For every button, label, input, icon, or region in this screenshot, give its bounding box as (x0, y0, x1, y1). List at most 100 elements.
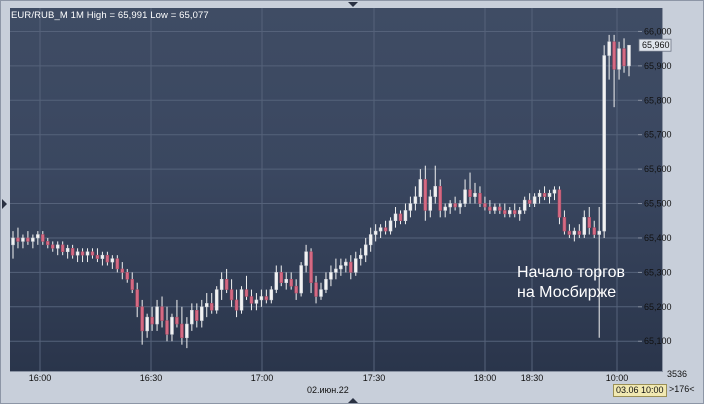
candle-down (294, 285, 298, 294)
candle-up (274, 272, 279, 290)
candle-down (160, 306, 164, 321)
scroll-marker-left-icon[interactable] (2, 199, 7, 209)
candle-down (120, 268, 125, 273)
candle-up (532, 196, 537, 204)
x-tick-label: 17:00 (251, 373, 274, 383)
candle-down (135, 289, 139, 308)
candle-down (229, 289, 234, 301)
x-tick-label: 16:30 (140, 373, 163, 383)
candle-up (448, 203, 452, 208)
candle-up (537, 192, 542, 197)
candle-up (36, 234, 40, 239)
candle-down (557, 189, 562, 218)
candle-up (55, 244, 60, 249)
y-tick-label: 65,100 (644, 336, 672, 346)
x-tick-label: 17:30 (363, 373, 386, 383)
candle-down (125, 272, 129, 280)
candle-down (234, 299, 239, 311)
last-price-label: 65,960 (642, 40, 670, 50)
x-tick-label: 16:00 (29, 373, 52, 383)
candle-up (11, 237, 15, 246)
annotation-line-2: на Мосбирже (517, 284, 617, 301)
candle-up (359, 254, 363, 259)
candle-up (185, 323, 189, 339)
candle-up (508, 210, 512, 215)
candle-up (393, 213, 398, 222)
candle-up (627, 44, 631, 67)
annotation-line-1: Начало торгов (517, 264, 626, 281)
y-tick-label: 65,700 (644, 130, 672, 140)
candle-down (46, 241, 50, 246)
candle-down (438, 186, 442, 211)
candle-up (572, 230, 577, 235)
candle-up (408, 203, 413, 211)
candle-down (423, 179, 428, 211)
candle-down (612, 41, 616, 70)
candle-up (21, 237, 25, 242)
candle-up (363, 244, 368, 256)
x-tick-label: 18:00 (474, 373, 497, 383)
candle-up (284, 279, 288, 283)
candle-up (170, 316, 174, 335)
candle-up (602, 55, 606, 232)
candle-up (100, 254, 105, 259)
x-axis-date-label: 02.июн.22 (307, 385, 349, 395)
zoom-hint[interactable]: >176< (669, 384, 695, 394)
plot-area[interactable]: 66,000 65,900 65,800 65,700 65,600 65,500 65,4… (10, 8, 672, 383)
candle-up (344, 261, 348, 266)
candle-up (552, 189, 557, 194)
candle-up (339, 265, 343, 270)
scroll-marker-bottom-icon[interactable] (348, 398, 358, 403)
candle-up (304, 251, 308, 266)
candle-up (428, 196, 433, 211)
scroll-marker-top-icon[interactable] (348, 2, 358, 7)
candle-up (473, 192, 477, 197)
y-tick-label: 65,600 (644, 164, 672, 174)
y-tick-label: 65,200 (644, 302, 672, 312)
candle-down (80, 251, 85, 256)
candle-down (209, 303, 214, 311)
candle-up (413, 196, 418, 204)
candle-down (309, 251, 313, 283)
y-tick-label: 65,500 (644, 199, 672, 209)
candle-down (90, 251, 95, 256)
candle-up (547, 192, 552, 197)
candle-up (433, 186, 437, 197)
candle-up (259, 296, 264, 301)
y-tick-label: 65,400 (644, 233, 672, 243)
candle-up (354, 258, 358, 273)
candle-up (517, 210, 522, 215)
candle-up (522, 199, 527, 211)
annotation: Начало торгов на Мосбирже (517, 263, 625, 303)
candle-up (75, 251, 80, 256)
candle-up (582, 217, 587, 235)
candle-up (373, 230, 378, 235)
candle-down (175, 316, 179, 325)
candle-up (324, 279, 328, 290)
high-label: High = 65,991 (86, 10, 148, 21)
candle-up (85, 251, 90, 256)
candlestick-chart[interactable]: 66,000 65,900 65,800 65,700 65,600 65,500 65,4… (10, 8, 704, 403)
candle-up (200, 306, 204, 321)
candle-down (478, 192, 482, 204)
candle-up (329, 272, 333, 280)
symbol-label: EUR/RUB_M (11, 10, 68, 21)
candle-down (279, 272, 283, 283)
candle-down (468, 189, 472, 197)
candle-up (493, 206, 497, 211)
y-tick-label: 65,800 (644, 95, 672, 105)
corner-readout: 3536 (667, 369, 688, 379)
candle-up (145, 316, 149, 332)
candle-down (180, 323, 184, 339)
candle-up (368, 234, 373, 246)
candle-up (31, 237, 35, 242)
candle-up (617, 48, 621, 70)
candle-up (443, 206, 447, 211)
y-tick-label: 66,000 (644, 26, 672, 36)
candle-up (403, 210, 408, 222)
candle-down (115, 258, 120, 270)
candle-up (155, 306, 159, 325)
candle-down (105, 254, 110, 263)
candle-up (219, 279, 224, 290)
candle-up (254, 299, 259, 304)
